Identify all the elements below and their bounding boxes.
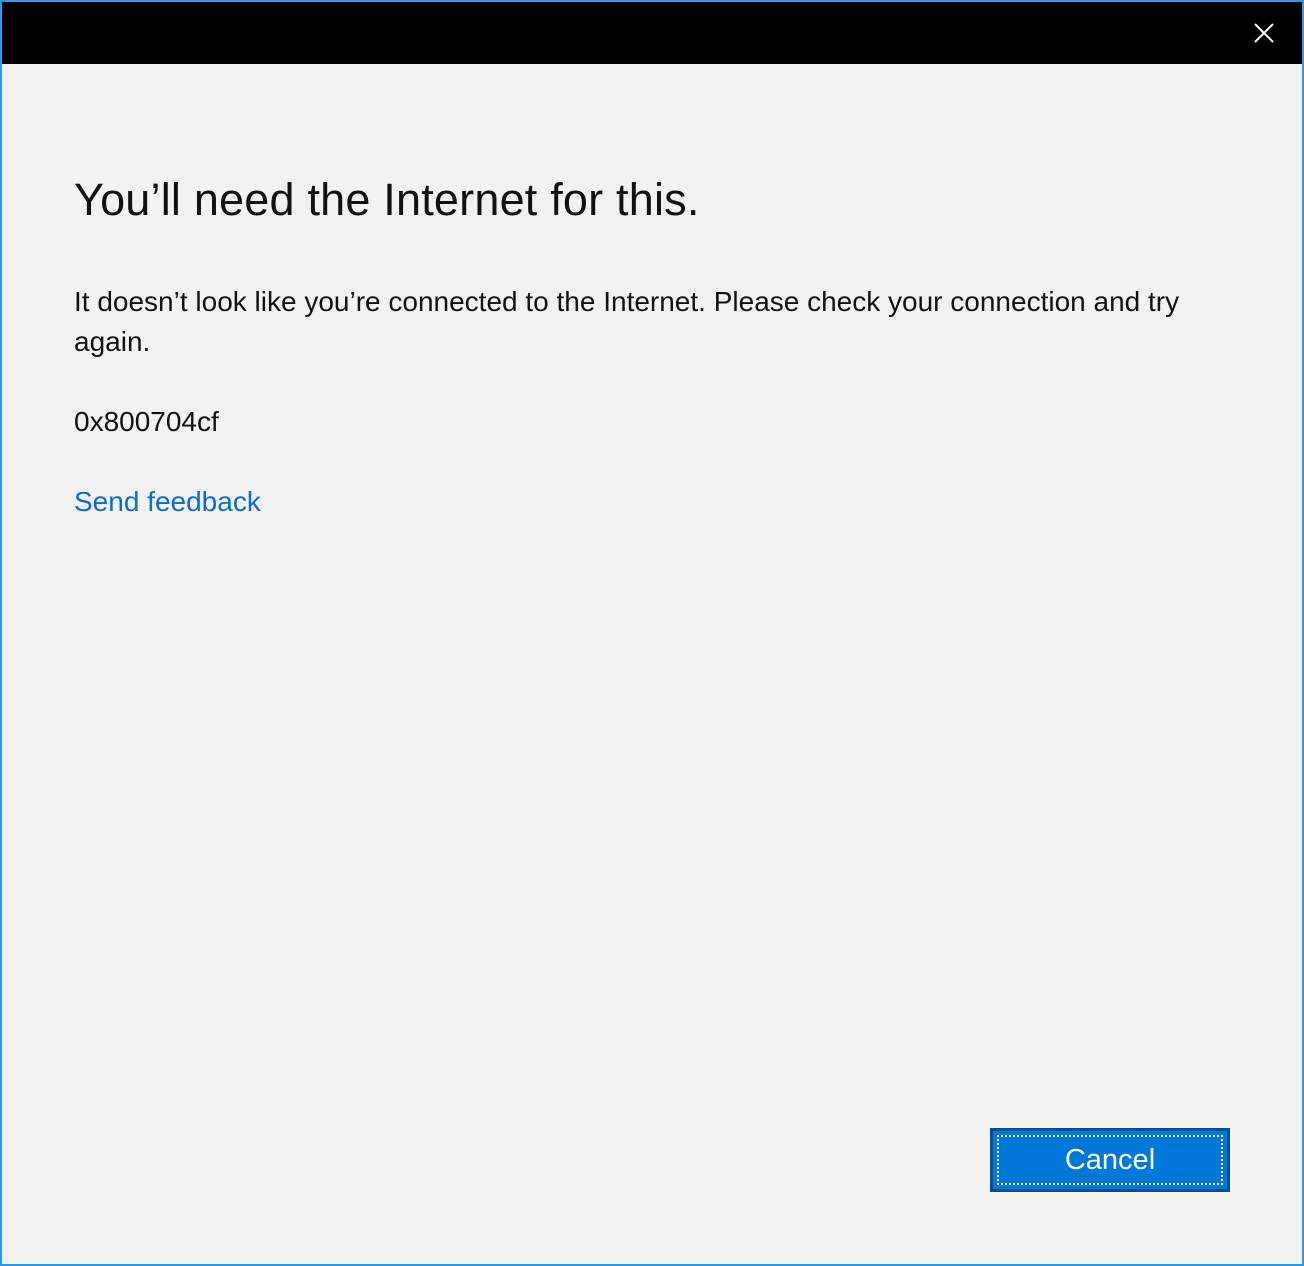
dialog-heading: You’ll need the Internet for this. xyxy=(74,174,700,225)
close-icon xyxy=(1254,23,1274,43)
send-feedback-link[interactable]: Send feedback xyxy=(74,482,261,522)
cancel-button[interactable]: Cancel xyxy=(990,1128,1230,1192)
dialog-window: You’ll need the Internet for this. It do… xyxy=(0,0,1304,1266)
cancel-button-label: Cancel xyxy=(997,1135,1223,1185)
title-bar xyxy=(2,2,1302,64)
dialog-message: It doesn’t look like you’re connected to… xyxy=(74,286,1180,357)
error-code: 0x800704cf xyxy=(74,406,219,437)
close-button[interactable] xyxy=(1210,2,1302,64)
